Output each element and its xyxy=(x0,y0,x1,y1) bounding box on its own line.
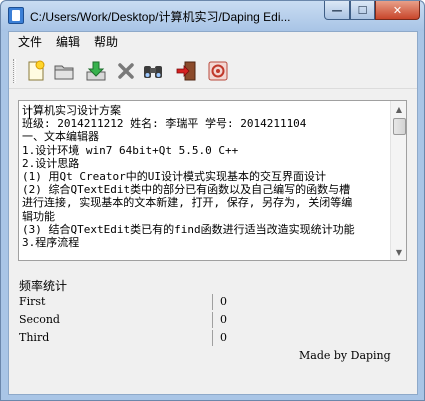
stats-divider xyxy=(212,330,213,346)
stats-row-first: First 0 xyxy=(19,294,409,311)
stats-label: Third xyxy=(19,331,50,344)
menu-edit[interactable]: 编辑 xyxy=(49,32,87,52)
exit-button[interactable] xyxy=(173,57,199,85)
scroll-up-arrow-icon[interactable]: ▲ xyxy=(391,101,406,117)
editor-line: (3) 结合QTextEdit类已有的find函数进行适当改造实现统计功能 xyxy=(22,222,355,236)
stats-row-second: Second 0 xyxy=(19,312,409,329)
editor-line: 进行连接, 实现基本的文本新建, 打开, 保存, 另存为, 关闭等编 xyxy=(22,196,353,210)
exit-door-icon xyxy=(176,61,196,81)
scroll-down-arrow-icon[interactable]: ▼ xyxy=(391,244,406,260)
stats-label: First xyxy=(19,295,46,308)
save-download-icon xyxy=(86,61,106,81)
open-button[interactable] xyxy=(51,57,77,85)
menu-bar: 文件 编辑 帮助 xyxy=(9,32,417,52)
text-editor[interactable]: 计算机实习设计方案 班级: 2014211212 姓名: 李瑞平 学号: 201… xyxy=(18,100,407,261)
stats-label: Second xyxy=(19,313,60,326)
menu-help[interactable]: 帮助 xyxy=(87,32,125,52)
app-icon xyxy=(8,7,24,24)
editor-line: 3.程序流程 xyxy=(22,235,80,249)
menu-file[interactable]: 文件 xyxy=(11,32,49,52)
editor-line: (1) 用Qt Creator中的UI设计模式实现基本的交互界面设计 xyxy=(22,169,326,183)
toolbar xyxy=(9,53,417,89)
editor-line: 班级: 2014211212 姓名: 李瑞平 学号: 2014211104 xyxy=(22,117,307,131)
editor-line: (2) 综合QTextEdit类中的部分已有函数以及自己编写的函数与槽 xyxy=(22,183,351,197)
stats-title: 频率统计 xyxy=(19,279,68,293)
app-window: C:/Users/Work/Desktop/计算机实习/Daping Edi..… xyxy=(0,0,425,401)
editor-content[interactable]: 计算机实习设计方案 班级: 2014211212 姓名: 李瑞平 学号: 201… xyxy=(22,104,388,260)
toolbar-grip[interactable] xyxy=(13,59,16,83)
editor-line: 辑功能 xyxy=(22,209,55,223)
editor-vertical-scrollbar[interactable]: ▲ ▼ xyxy=(390,101,406,260)
stats-target-icon xyxy=(208,61,228,81)
delete-button[interactable] xyxy=(113,57,139,85)
editor-line: 1.设计环境 win7 64bit+Qt 5.5.0 C++ xyxy=(22,143,239,157)
title-bar[interactable]: C:/Users/Work/Desktop/计算机实习/Daping Edi..… xyxy=(1,1,424,31)
stats-divider xyxy=(212,312,213,328)
stats-value: 0 xyxy=(220,295,227,308)
text-caret xyxy=(29,107,30,119)
stats-row-third: Third 0 xyxy=(19,330,409,347)
find-binoculars-icon xyxy=(144,66,162,78)
new-file-icon xyxy=(28,60,45,81)
stats-button[interactable] xyxy=(205,57,231,85)
stats-divider xyxy=(212,294,213,310)
stats-value: 0 xyxy=(220,331,227,344)
close-button[interactable]: ✕ xyxy=(375,1,420,20)
window-title: C:/Users/Work/Desktop/计算机实习/Daping Edi..… xyxy=(30,10,291,24)
editor-line: 计算机实习设计方案 xyxy=(22,104,121,117)
scrollbar-thumb[interactable] xyxy=(393,118,406,135)
find-button[interactable] xyxy=(140,57,166,85)
editor-line: 2.设计思路 xyxy=(22,156,80,170)
maximize-button[interactable]: ☐ xyxy=(350,1,375,20)
new-file-button[interactable] xyxy=(23,57,49,85)
minimize-button[interactable]: — xyxy=(324,1,350,20)
credit-text: Made by Daping xyxy=(299,349,391,362)
editor-line: 一、文本编辑器 xyxy=(22,130,99,144)
main-client-area: 文件 编辑 帮助 计算机实习设计方案 班级: 2014211212 姓名: 李瑞… xyxy=(8,31,418,395)
delete-x-icon xyxy=(118,63,134,79)
save-button[interactable] xyxy=(83,57,109,85)
open-folder-icon xyxy=(54,65,74,80)
stats-value: 0 xyxy=(220,313,227,326)
